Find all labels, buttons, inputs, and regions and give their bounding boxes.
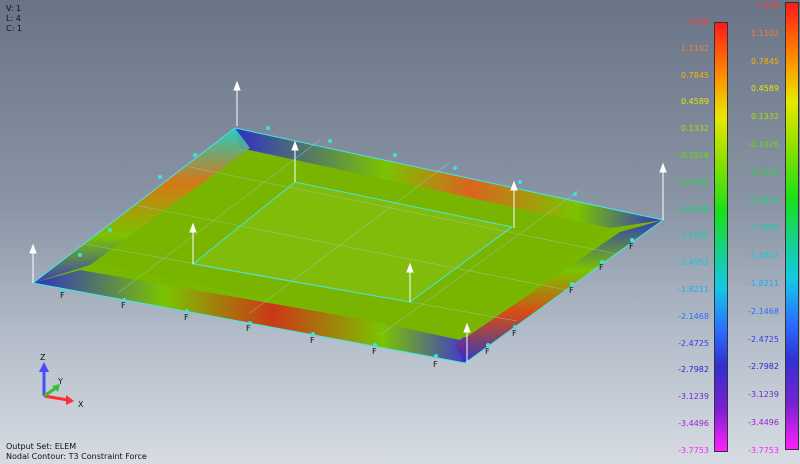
color-number: C: 1 <box>6 24 22 33</box>
f-label: F <box>372 347 377 356</box>
legend-tick-label: 0.4589 <box>681 97 709 107</box>
graphics-viewport[interactable]: F F F F F F F F F F F F Z Y X V: 1 L: 4 … <box>0 0 800 464</box>
legend-tick-label: -3.1239 <box>748 390 779 400</box>
legend-tick-label: -2.1468 <box>678 311 709 321</box>
legend-tick-label: -1.8211 <box>748 279 779 288</box>
contour-legend-inner: 1.436 1.1102 0.7845 0.4589 0.1332 -0.1926 -0.5… <box>660 0 732 464</box>
output-set-label: Output Set: ELEM <box>6 442 77 451</box>
f-label: F <box>512 329 517 338</box>
legend-tick-label: 0.1332 <box>751 112 779 122</box>
f-label: F <box>485 347 490 356</box>
layer-number: L: 4 <box>6 14 21 23</box>
legend-color-bar <box>714 22 728 452</box>
output-info: Output Set: ELEM Nodal Contour: T3 Const… <box>6 442 147 462</box>
f-label: F <box>433 360 438 369</box>
legend-tick-label: -3.4496 <box>748 418 779 427</box>
legend-color-bar <box>785 2 799 450</box>
legend-tick-label: -2.4725 <box>678 338 709 348</box>
view-info: V: 1 L: 4 C: 1 <box>6 4 22 34</box>
legend-tick-label: 0.1332 <box>681 124 709 134</box>
legend-tick-label: 1.436 <box>686 17 709 26</box>
f-label: F <box>246 324 251 333</box>
f-label: F <box>60 291 65 300</box>
legend-tick-label: 0.7845 <box>751 56 779 66</box>
f-label: F <box>629 242 634 251</box>
legend-tick-label: 1.1102 <box>751 28 779 38</box>
contour-legend-outer: 1.436 1.1102 0.7845 0.4589 0.1332 -0.1926 -0.5… <box>735 0 800 464</box>
legend-tick-label: -1.4952 <box>678 258 709 268</box>
legend-tick-label: -0.8438 <box>748 195 779 205</box>
legend-tick-label: -2.7982 <box>748 362 779 372</box>
f-label: F <box>184 313 189 322</box>
legend-tick-label: -0.1926 <box>748 140 779 149</box>
legend-tick-label: -0.5182 <box>678 177 709 187</box>
legend-tick-label: -1.4952 <box>748 251 779 261</box>
legend-tick-label: -3.4496 <box>678 419 709 428</box>
legend-tick-label: 0.4589 <box>751 84 779 94</box>
legend-tick-label: -0.8438 <box>678 204 709 214</box>
legend-tick-label: 0.7845 <box>681 70 709 80</box>
f-label: F <box>121 301 126 310</box>
legend-tick-label: -2.4725 <box>748 334 779 344</box>
legend-tick-label: -3.7753 <box>748 445 779 455</box>
f-label: F <box>569 286 574 295</box>
legend-tick-label: 1.1102 <box>681 43 709 53</box>
legend-tick-label: -3.7753 <box>678 445 709 455</box>
f-label: F <box>310 336 315 345</box>
legend-tick-label: -2.1468 <box>748 306 779 316</box>
triad-z-label: Z <box>40 353 46 362</box>
view-number: V: 1 <box>6 4 22 13</box>
legend-tick-label: -1.1695 <box>748 223 779 233</box>
legend-tick-label: -2.7982 <box>678 365 709 375</box>
triad-y-label: Y <box>57 377 63 386</box>
legend-tick-label: 1.436 <box>756 1 779 10</box>
legend-tick-label: -1.8211 <box>678 285 709 294</box>
coordinate-triad: Z Y X <box>39 353 84 409</box>
f-label: F <box>599 263 604 272</box>
legend-tick-label: -0.5182 <box>748 167 779 177</box>
nodal-contour-label: Nodal Contour: T3 Constraint Force <box>6 452 147 461</box>
legend-tick-label: -1.1695 <box>678 231 709 241</box>
legend-tick-label: -3.1239 <box>678 392 709 402</box>
triad-x-label: X <box>78 400 84 409</box>
legend-tick-label: -0.1926 <box>678 151 709 160</box>
